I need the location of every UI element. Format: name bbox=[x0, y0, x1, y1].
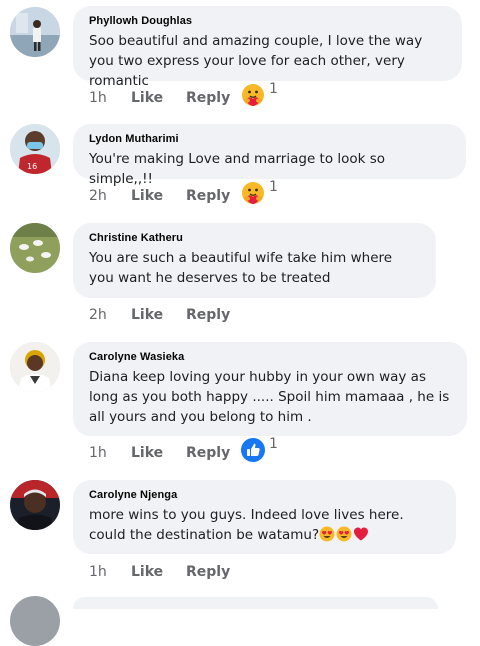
comment-bubble: Carolyne Wasieka Diana keep loving your … bbox=[73, 342, 467, 436]
reply-button[interactable]: Reply bbox=[186, 188, 230, 204]
comment-author[interactable]: Lydon Mutharimi bbox=[89, 133, 450, 145]
avatar-photo bbox=[10, 7, 60, 57]
comment-author[interactable]: Christine Katheru bbox=[89, 232, 420, 244]
comment-actions: 1h Like Reply bbox=[89, 442, 230, 464]
heart-eyes-emoji-icon bbox=[336, 526, 352, 542]
red-heart-icon bbox=[354, 527, 369, 541]
comment-time[interactable]: 2h bbox=[89, 307, 131, 323]
reply-button[interactable]: Reply bbox=[186, 445, 230, 461]
reply-button[interactable]: Reply bbox=[186, 307, 230, 323]
avatar[interactable] bbox=[10, 480, 60, 530]
like-button[interactable]: Like bbox=[131, 90, 186, 106]
reaction-count: 1 bbox=[269, 179, 278, 195]
comment-bubble: Phyllowh Doughlas Soo beautiful and amaz… bbox=[73, 6, 462, 89]
comment-text: more wins to you guys. Indeed love lives… bbox=[89, 505, 440, 545]
comment-author[interactable]: Phyllowh Doughlas bbox=[89, 15, 446, 27]
reply-button[interactable]: Reply bbox=[186, 90, 230, 106]
comment-time[interactable]: 1h bbox=[89, 564, 131, 580]
trailing-emojis bbox=[319, 526, 370, 543]
avatar-photo bbox=[10, 223, 60, 273]
svg-text:16: 16 bbox=[27, 162, 37, 171]
care-emoji-icon bbox=[241, 83, 265, 107]
avatar-photo bbox=[10, 480, 60, 530]
avatar-photo: 16 bbox=[10, 124, 60, 174]
reaction-summary[interactable]: 1 bbox=[241, 436, 278, 462]
like-thumb-icon bbox=[241, 438, 265, 462]
like-button[interactable]: Like bbox=[131, 445, 186, 461]
avatar[interactable] bbox=[10, 342, 60, 392]
comment-author[interactable]: Carolyne Njenga bbox=[89, 489, 440, 501]
reaction-summary[interactable]: 1 bbox=[241, 81, 278, 107]
comment-bubble: Carolyne Njenga more wins to you guys. I… bbox=[73, 480, 456, 554]
comment-actions: 1h Like Reply bbox=[89, 561, 230, 583]
like-button[interactable]: Like bbox=[131, 564, 186, 580]
reaction-count: 1 bbox=[269, 436, 278, 452]
comment-text: You are such a beautiful wife take him w… bbox=[89, 250, 393, 286]
comment-time[interactable]: 1h bbox=[89, 445, 131, 461]
comment-actions: 1h Like Reply bbox=[89, 87, 230, 109]
avatar[interactable] bbox=[10, 7, 60, 57]
avatar[interactable] bbox=[10, 223, 60, 273]
avatar-photo bbox=[10, 342, 60, 392]
comment-text: Soo beautiful and amazing couple, I love… bbox=[89, 33, 423, 89]
like-button[interactable]: Like bbox=[131, 188, 186, 204]
like-button[interactable]: Like bbox=[131, 307, 186, 323]
reaction-count: 1 bbox=[269, 81, 278, 97]
comment-author[interactable]: Carolyne Wasieka bbox=[89, 351, 451, 363]
avatar[interactable] bbox=[10, 596, 60, 646]
comment-time[interactable]: 2h bbox=[89, 188, 131, 204]
comment-bubble: Lydon Mutharimi You're making Love and m… bbox=[73, 124, 466, 187]
comment-actions: 2h Like Reply bbox=[89, 185, 230, 207]
heart-eyes-emoji-icon bbox=[319, 526, 335, 542]
comment-time[interactable]: 1h bbox=[89, 90, 131, 106]
comment-text: Diana keep loving your hubby in your own… bbox=[89, 369, 450, 425]
avatar[interactable]: 16 bbox=[10, 124, 60, 174]
care-emoji-icon bbox=[241, 181, 265, 205]
comment-actions: 2h Like Reply bbox=[89, 304, 230, 326]
comment-bubble bbox=[73, 597, 438, 609]
reply-button[interactable]: Reply bbox=[186, 564, 230, 580]
comment-bubble: Christine Katheru You are such a beautif… bbox=[73, 223, 436, 298]
reaction-summary[interactable]: 1 bbox=[241, 179, 278, 205]
